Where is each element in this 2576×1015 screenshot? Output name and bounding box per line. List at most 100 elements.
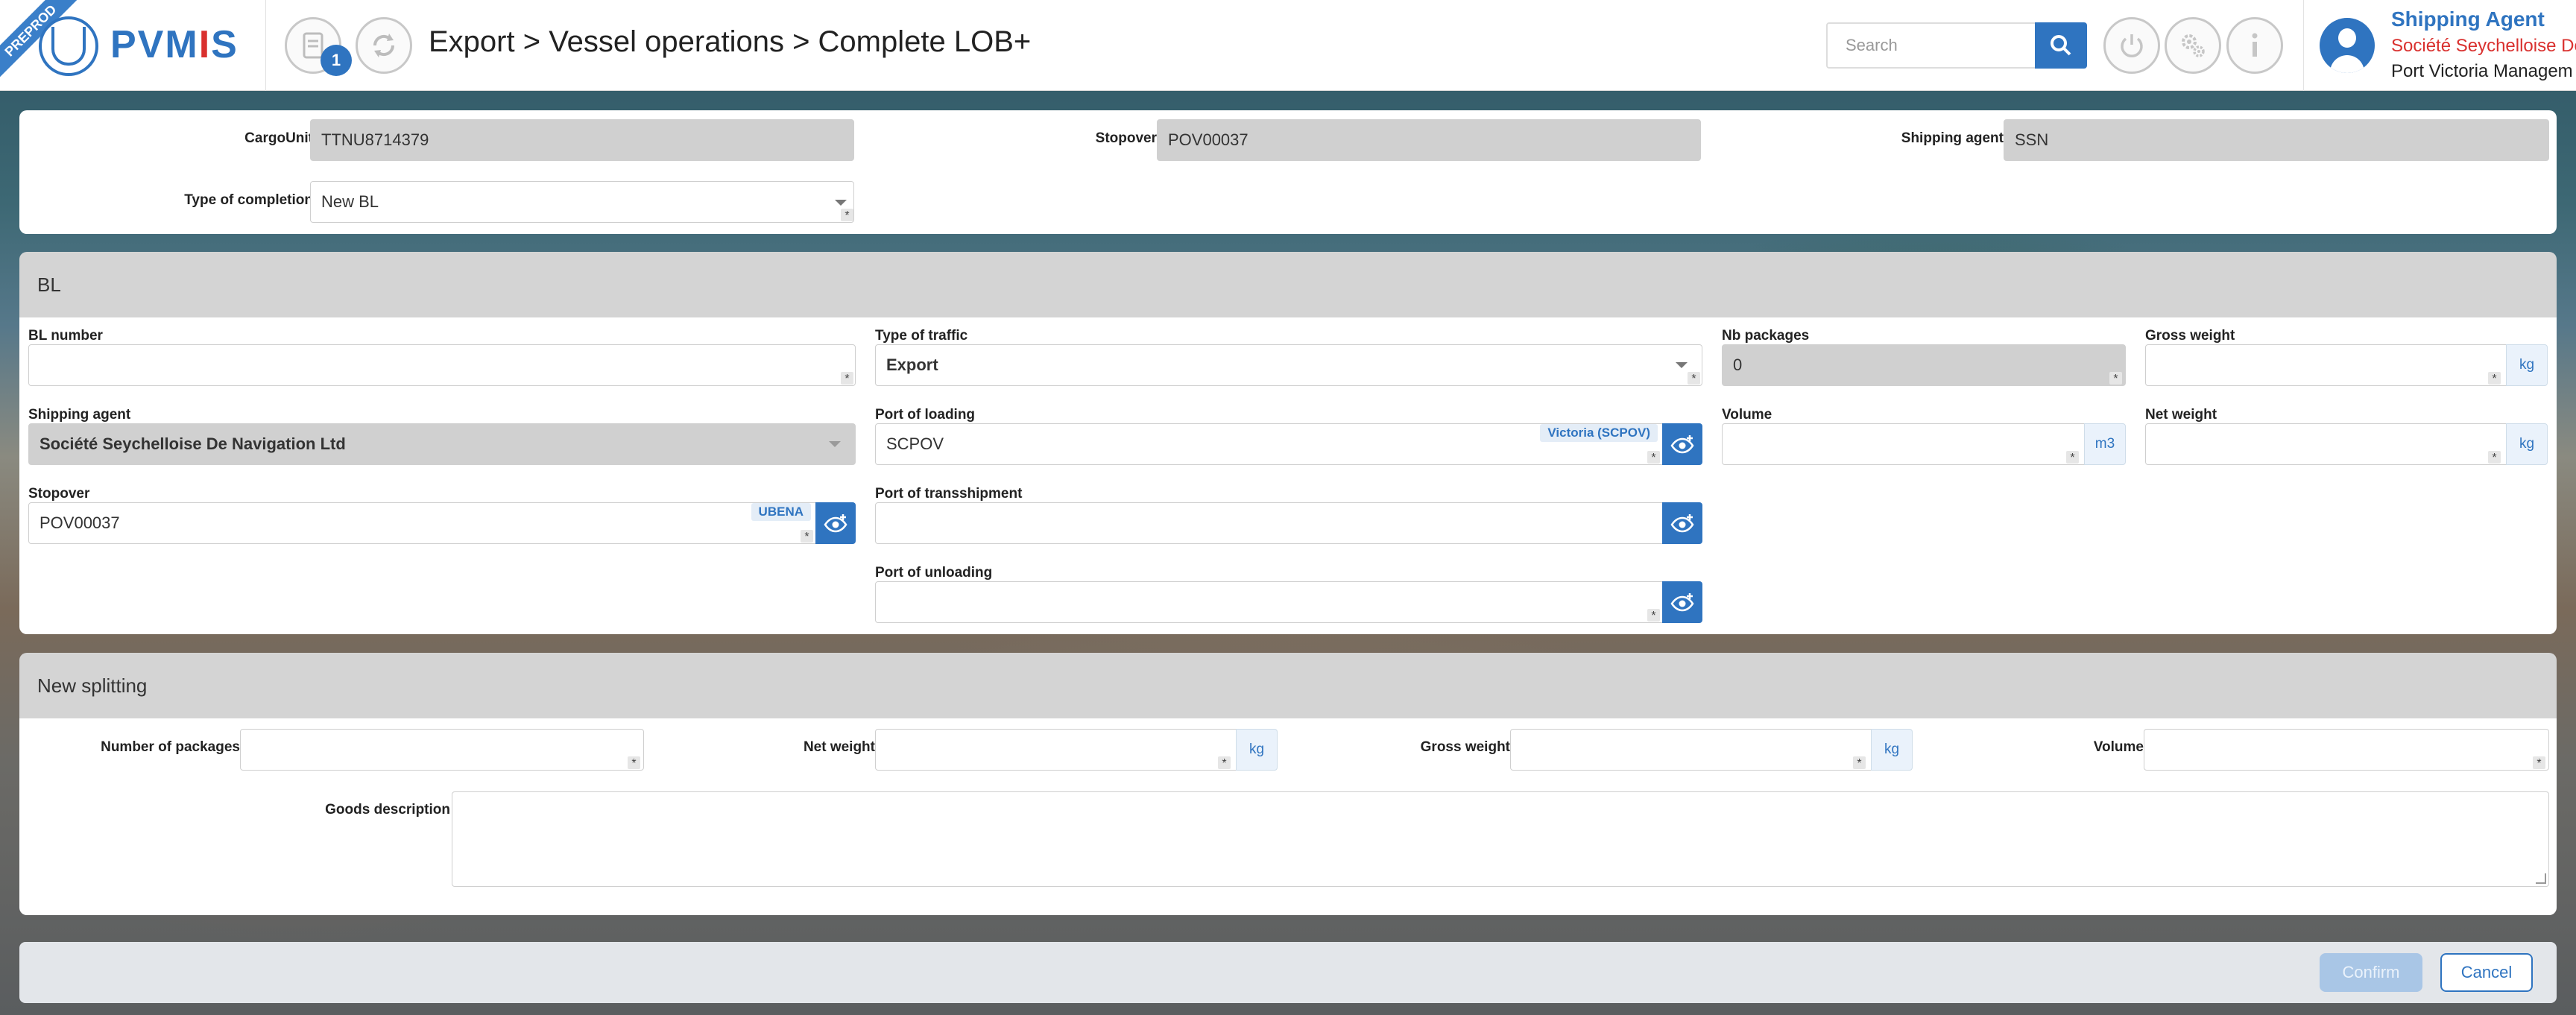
split-volume-input[interactable] (2144, 729, 2549, 771)
user-role[interactable]: Shipping Agent (2391, 7, 2545, 31)
gross-weight-unit: kg (2506, 344, 2548, 386)
required-icon: * (1647, 609, 1660, 622)
cancel-button[interactable]: Cancel (2440, 953, 2533, 992)
nb-packages-label: Nb packages (1722, 328, 1810, 344)
net-weight-unit: kg (2506, 423, 2548, 465)
required-icon: * (1853, 756, 1866, 770)
chevron-down-icon (835, 200, 847, 206)
bl-number-input[interactable] (28, 344, 856, 386)
required-icon: * (628, 756, 640, 770)
type-of-completion-label: Type of completion (184, 192, 313, 208)
gross-weight-input[interactable] (2145, 344, 2510, 386)
user-organization: Port Victoria Managem (2391, 61, 2573, 81)
stopover-input[interactable]: POV00037 (28, 502, 817, 544)
eye-plus-icon (1670, 593, 1694, 612)
chevron-down-icon (1676, 362, 1688, 368)
port-of-unloading-input[interactable] (875, 581, 1664, 623)
port-of-loading-label: Port of loading (875, 407, 976, 423)
required-icon: * (1218, 756, 1231, 770)
split-gross-weight-input[interactable] (1510, 729, 1875, 771)
power-button[interactable] (2103, 17, 2160, 74)
eye-plus-icon (1670, 514, 1694, 533)
search-input[interactable]: Search (1826, 22, 2036, 69)
stopover-lookup-button[interactable] (815, 502, 856, 544)
type-of-traffic-label: Type of traffic (875, 328, 968, 344)
net-weight-unit: kg (1236, 729, 1278, 771)
required-icon: * (2066, 451, 2079, 464)
search-button[interactable] (2035, 22, 2087, 69)
shipping-agent-label: Shipping agent (1901, 130, 2004, 146)
power-icon (2121, 34, 2143, 57)
app-header: PREPROD PVMIS 1 Export > Vessel operatio… (0, 0, 2576, 91)
settings-button[interactable] (2165, 17, 2221, 74)
required-icon: * (2488, 372, 2501, 385)
refresh-button[interactable] (356, 17, 412, 74)
required-icon: * (841, 209, 853, 222)
eye-plus-icon (824, 514, 847, 533)
resize-handle-icon[interactable] (2536, 873, 2546, 884)
stopover-tag: UBENA (751, 503, 811, 521)
eye-plus-icon (1670, 435, 1694, 454)
port-of-loading-tag: Victoria (SCPOV) (1540, 424, 1658, 442)
gross-weight-unit: kg (1871, 729, 1913, 771)
header-divider (2303, 0, 2304, 91)
required-icon: * (2533, 756, 2545, 770)
split-net-weight-input[interactable] (875, 729, 1240, 771)
logo-icon (39, 16, 98, 76)
search-icon (2051, 35, 2071, 56)
cargo-unit-panel: CargoUnit TTNU8714379 Stopover POV00037 … (19, 110, 2557, 234)
port-of-loading-lookup-button[interactable] (1662, 423, 1702, 465)
net-weight-label: Net weight (803, 739, 875, 755)
shipping-agent-field: SSN (2004, 119, 2549, 161)
stopover-label: Stopover (28, 486, 90, 502)
shipping-agent-select: Société Seychelloise De Navigation Ltd (28, 423, 856, 465)
page-title: Export > Vessel operations > Complete LO… (429, 25, 1032, 58)
required-icon: * (841, 372, 853, 385)
gears-icon (2182, 34, 2205, 57)
header-divider (265, 0, 266, 91)
required-icon: * (2488, 451, 2501, 464)
user-avatar-icon[interactable] (2320, 18, 2375, 73)
user-company: Société Seychelloise De (2391, 36, 2576, 56)
goods-description-label: Goods description (325, 802, 450, 818)
type-of-traffic-select[interactable]: Export (875, 344, 1702, 386)
shipping-agent-label: Shipping agent (28, 407, 131, 423)
splitting-section-header[interactable]: New splitting (19, 653, 2557, 718)
stopover-field: POV00037 (1157, 119, 1701, 161)
volume-label: Volume (2093, 739, 2144, 755)
logo-text[interactable]: PVMIS (110, 22, 239, 67)
bl-number-label: BL number (28, 328, 103, 344)
info-button[interactable] (2226, 17, 2283, 74)
volume-label: Volume (1722, 407, 1772, 423)
net-weight-label: Net weight (2145, 407, 2217, 423)
splitting-section-body: Number of packages * Net weight kg * Gro… (19, 718, 2557, 915)
confirm-button[interactable]: Confirm (2320, 953, 2422, 992)
nb-packages-field: 0 (1722, 344, 2126, 386)
bl-section-body: BL number * Type of traffic Export * Nb … (19, 317, 2557, 634)
net-weight-input[interactable] (2145, 423, 2510, 465)
port-of-transshipment-input[interactable] (875, 502, 1664, 544)
required-icon: * (1647, 451, 1660, 464)
info-icon (2252, 33, 2258, 57)
gross-weight-label: Gross weight (2145, 328, 2235, 344)
notification-badge: 1 (321, 45, 352, 76)
port-of-unloading-label: Port of unloading (875, 565, 993, 581)
cargo-unit-field: TTNU8714379 (310, 119, 854, 161)
volume-input[interactable] (1722, 423, 2089, 465)
chevron-down-icon (829, 441, 841, 447)
port-of-unloading-lookup-button[interactable] (1662, 581, 1702, 623)
goods-description-textarea[interactable] (452, 791, 2549, 887)
number-of-packages-label: Number of packages (101, 739, 240, 755)
number-of-packages-input[interactable] (240, 729, 644, 771)
type-of-completion-select[interactable]: New BL (310, 181, 854, 223)
required-icon: * (1688, 372, 1700, 385)
volume-unit: m3 (2084, 423, 2126, 465)
form-footer: Confirm Cancel (19, 942, 2557, 1003)
refresh-icon (373, 34, 395, 57)
stopover-label: Stopover (1095, 130, 1157, 146)
bl-section-header[interactable]: BL (19, 252, 2557, 317)
port-of-transshipment-lookup-button[interactable] (1662, 502, 1702, 544)
required-icon: * (2109, 372, 2122, 385)
cargo-unit-label: CargoUnit (244, 130, 313, 146)
gross-weight-label: Gross weight (1420, 739, 1510, 755)
